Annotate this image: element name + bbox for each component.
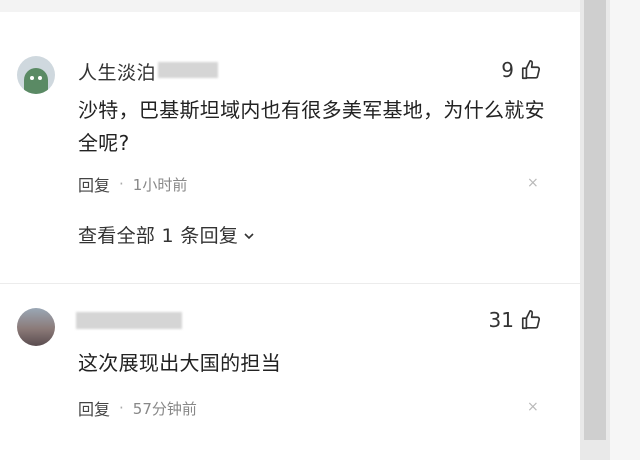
chevron-down-icon [244,233,254,240]
separator-dot: · [119,175,124,193]
like-count: 31 [488,308,514,332]
comment-username[interactable]: 人生淡泊 [78,58,156,85]
separator-dot: · [119,399,124,417]
username-redaction [158,62,218,78]
thumbs-up-icon [521,310,541,330]
comment-time: 57分钟前 [132,399,197,418]
avatar[interactable] [17,308,55,346]
reply-button[interactable]: 回复 [78,172,110,196]
avatar-eye [30,76,34,80]
username-redaction [76,312,182,329]
comment-meta: 回复 · 57分钟前 [78,396,197,420]
close-icon[interactable]: × [527,175,539,191]
comment-meta: 回复 · 1小时前 [78,172,187,196]
comment-item: 人生淡泊 9 沙特，巴基斯坦域内也有很多美军基地，为什么就安全呢? 回复 · 1… [0,0,580,283]
close-icon[interactable]: × [527,399,539,415]
avatar-figure [24,68,48,94]
right-margin [610,0,640,460]
comment-time: 1小时前 [132,175,188,194]
view-replies-label: 查看全部 1 条回复 [78,225,239,247]
like-button[interactable]: 31 [489,308,542,332]
comment-text: 这次展现出大国的担当 [78,351,281,375]
avatar[interactable] [17,56,55,94]
scrollbar-thumb[interactable] [584,0,606,440]
like-count: 9 [501,58,514,82]
like-button[interactable]: 9 [501,58,542,82]
comment-text: 沙特，巴基斯坦域内也有很多美军基地，为什么就安全呢? [78,98,545,155]
comment-item: 31 这次展现出大国的担当 回复 · 57分钟前 × [0,284,580,460]
thumbs-up-icon [521,60,541,80]
reply-button[interactable]: 回复 [78,396,110,420]
avatar-eye [38,76,42,80]
view-replies-button[interactable]: 查看全部 1 条回复 [78,221,256,248]
